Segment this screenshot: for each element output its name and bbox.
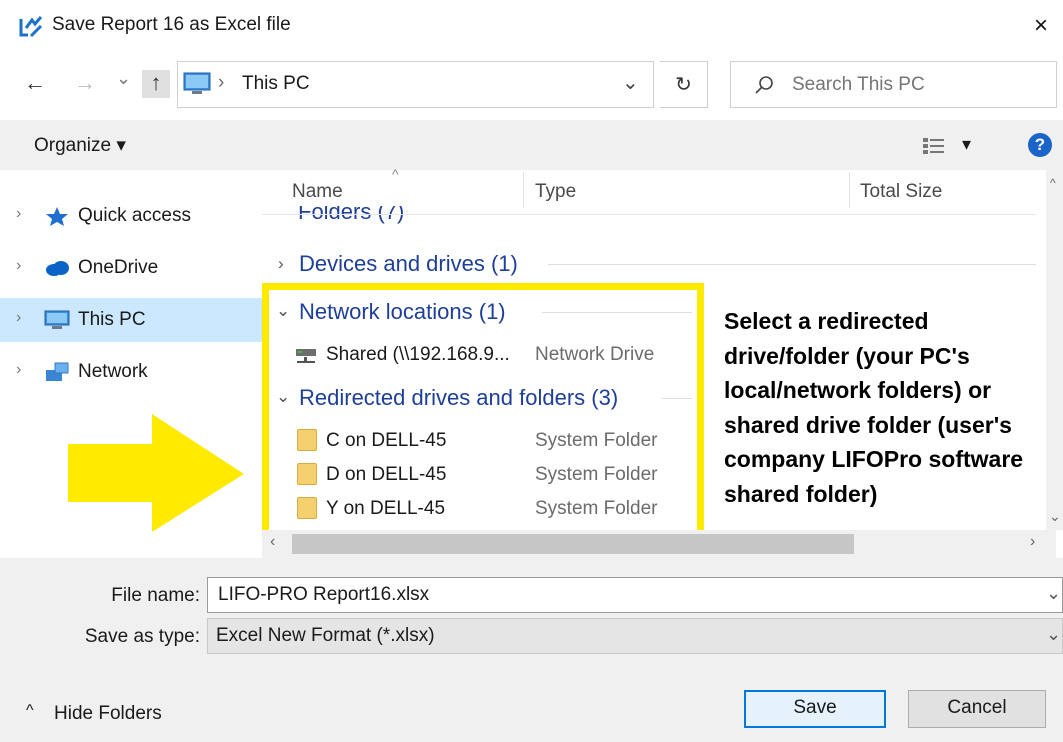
group-title: Folders (7) xyxy=(298,206,405,224)
save-button[interactable]: Save xyxy=(744,690,886,728)
yellow-arrow-icon xyxy=(68,414,244,532)
scroll-left-icon[interactable]: ‹ xyxy=(270,533,275,551)
refresh-button[interactable]: ↻ xyxy=(660,61,708,108)
save-type-dropdown-icon[interactable]: ⌄ xyxy=(1046,624,1061,645)
header-divider xyxy=(262,214,1036,215)
up-arrow-icon[interactable]: ↑ xyxy=(142,70,170,98)
network-icon xyxy=(46,362,69,381)
annotation-line: shared folder) xyxy=(724,480,878,507)
expand-chevron-icon[interactable]: › xyxy=(16,205,21,223)
save-type-value: Excel New Format (*.xlsx) xyxy=(216,625,435,646)
help-icon[interactable]: ? xyxy=(1028,133,1052,157)
file-name-label: File name: xyxy=(111,585,200,606)
recent-locations-chevron-icon[interactable]: ⌄ xyxy=(116,68,131,89)
expand-chevron-icon[interactable]: › xyxy=(278,254,284,274)
star-icon xyxy=(46,207,68,226)
column-header-size[interactable]: Total Size xyxy=(860,181,942,203)
column-header-name[interactable]: Name xyxy=(292,181,343,203)
computer-icon xyxy=(44,310,70,329)
search-input[interactable] xyxy=(790,70,1044,100)
file-name-value: LIFO-PRO Report16.xlsx xyxy=(218,584,430,605)
sidebar-item-quick-access[interactable]: › Quick access xyxy=(0,194,262,238)
column-divider[interactable] xyxy=(849,172,850,208)
sidebar-item-label: Network xyxy=(78,361,148,382)
hide-folders-button[interactable]: Hide Folders xyxy=(54,703,162,725)
annotation-line: company LIFOPro software xyxy=(724,446,1024,472)
annotation-line: local/network folders) or xyxy=(724,377,992,403)
horizontal-scroll-thumb[interactable] xyxy=(292,534,854,554)
annotation-line: shared drive folder (user's xyxy=(724,411,1012,438)
group-folders[interactable]: Folders (7) xyxy=(262,206,1046,224)
expand-chevron-icon[interactable]: › xyxy=(16,257,21,275)
sidebar-item-this-pc[interactable]: › This PC xyxy=(0,298,262,342)
view-dropdown-icon[interactable]: ▾ xyxy=(962,134,971,155)
address-dropdown-icon[interactable]: ⌄ xyxy=(622,70,639,95)
vertical-scrollbar[interactable] xyxy=(1046,170,1063,530)
view-options-icon[interactable] xyxy=(922,137,948,155)
search-icon xyxy=(755,76,773,94)
highlight-box xyxy=(262,283,704,537)
toolbar xyxy=(0,120,1063,170)
sidebar-item-label: This PC xyxy=(78,309,146,330)
sidebar-item-label: Quick access xyxy=(78,205,191,226)
column-header-type[interactable]: Type xyxy=(535,181,576,203)
scroll-down-icon[interactable]: ⌄ xyxy=(1049,508,1061,525)
sidebar-item-network[interactable]: › Network xyxy=(0,350,262,394)
organize-button[interactable]: Organize ▾ xyxy=(34,134,126,157)
expand-chevron-icon[interactable]: › xyxy=(16,309,21,327)
hide-folders-chevron-icon[interactable]: ^ xyxy=(26,702,34,720)
save-type-label: Save as type: xyxy=(84,626,200,647)
group-devices-and-drives[interactable]: Devices and drives (1) xyxy=(299,251,518,277)
refresh-icon: ↻ xyxy=(675,74,692,96)
close-icon[interactable]: × xyxy=(1034,12,1048,40)
annotation-line: Select a redirected xyxy=(724,308,929,334)
app-logo-icon xyxy=(19,16,43,38)
save-type-select[interactable]: Excel New Format (*.xlsx) xyxy=(207,618,1063,654)
back-arrow-icon[interactable]: ← xyxy=(24,70,46,96)
file-name-input[interactable]: LIFO-PRO Report16.xlsx xyxy=(207,577,1063,613)
cancel-button[interactable]: Cancel xyxy=(908,690,1046,728)
column-divider[interactable] xyxy=(523,172,524,208)
expand-chevron-icon[interactable]: › xyxy=(16,361,21,379)
breadcrumb-separator-icon: › xyxy=(218,72,225,93)
scroll-up-icon[interactable]: ^ xyxy=(1050,176,1056,190)
computer-icon xyxy=(183,72,211,94)
sort-up-icon: ^ xyxy=(392,166,399,182)
breadcrumb-this-pc[interactable]: This PC xyxy=(242,73,310,95)
scroll-right-icon[interactable]: › xyxy=(1030,533,1035,551)
cloud-icon xyxy=(46,261,69,276)
forward-arrow-icon[interactable]: → xyxy=(74,70,96,96)
window-title: Save Report 16 as Excel file xyxy=(52,14,291,35)
annotation-text: Select a redirected drive/folder (your P… xyxy=(724,304,1054,511)
sidebar-item-label: OneDrive xyxy=(78,257,159,278)
group-divider xyxy=(548,264,1036,265)
sidebar-item-onedrive[interactable]: › OneDrive xyxy=(0,246,262,290)
annotation-line: drive/folder (your PC's xyxy=(724,342,970,369)
file-name-dropdown-icon[interactable]: ⌄ xyxy=(1046,583,1061,604)
